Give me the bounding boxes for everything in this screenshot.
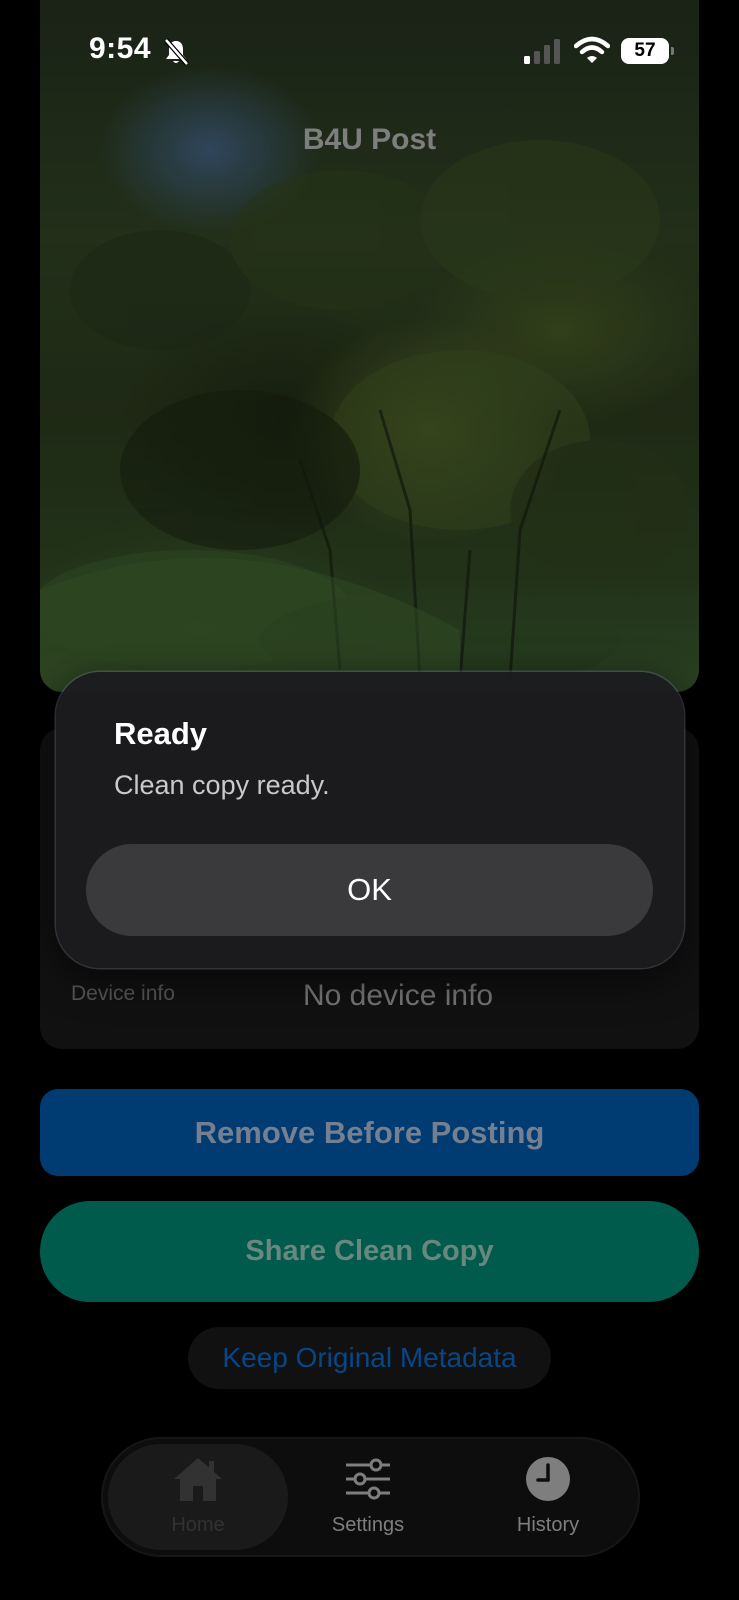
share-clean-copy-button[interactable]: Share Clean Copy [40, 1201, 699, 1302]
alert-message: Clean copy ready. [114, 770, 330, 800]
tab-settings[interactable]: Settings [278, 1444, 458, 1550]
battery-icon: 57 [621, 38, 674, 64]
wifi-icon [574, 36, 610, 63]
status-bar: 9:54 57 [0, 0, 739, 100]
keep-original-metadata-button[interactable]: Keep Original Metadata [188, 1327, 551, 1389]
alert-ok-button[interactable]: OK [86, 844, 653, 936]
remove-before-posting-button[interactable]: Remove Before Posting [40, 1089, 699, 1176]
clock-icon [526, 1457, 570, 1501]
tab-history[interactable]: History [458, 1444, 638, 1550]
device-info-label: Device info [71, 982, 175, 1005]
device-info-value: No device info [303, 979, 494, 1012]
tab-settings-label: Settings [331, 1514, 405, 1536]
tab-home-label: Home [171, 1514, 225, 1536]
tab-home[interactable]: Home [108, 1444, 288, 1550]
house-icon [174, 1458, 222, 1501]
bell-slash-icon [164, 38, 189, 66]
tab-history-label: History [516, 1514, 580, 1536]
sliders-icon [346, 1458, 390, 1500]
photo-preview [40, 0, 699, 692]
cellular-signal-icon [524, 39, 560, 64]
tab-bar: Home Settings History [101, 1437, 640, 1557]
photo-foliage [40, 140, 690, 692]
battery-level: 57 [634, 40, 656, 61]
app-title: B4U Post [302, 123, 437, 156]
alert-dialog: Ready Clean copy ready. OK [56, 672, 684, 968]
status-time: 9:54 [89, 32, 152, 65]
alert-title: Ready [114, 716, 208, 751]
